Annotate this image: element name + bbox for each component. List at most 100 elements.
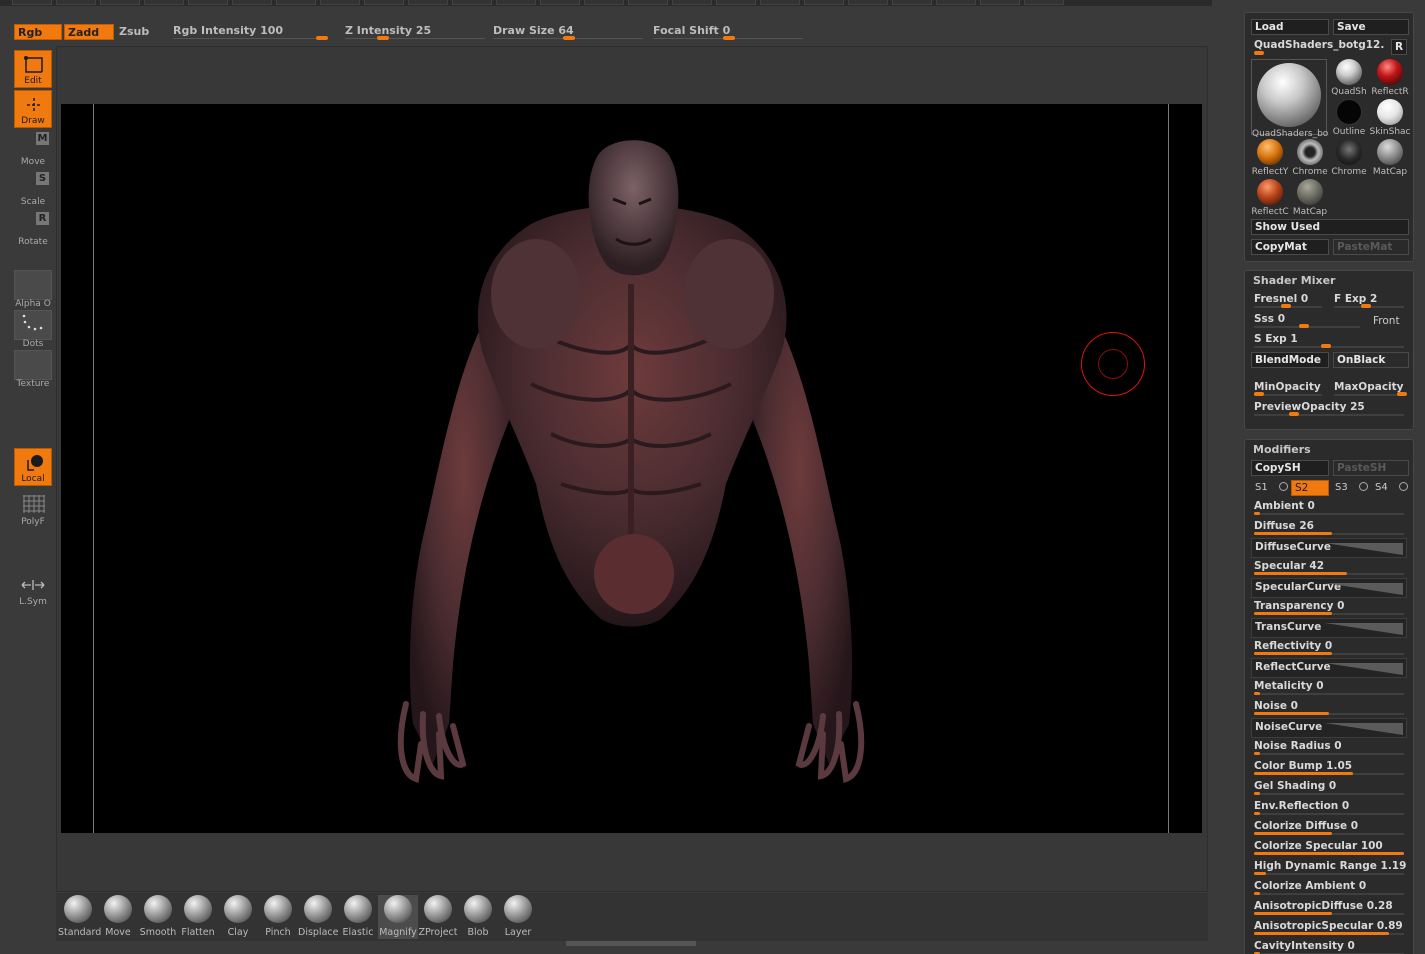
paste-sh-button[interactable]: PasteSH [1333,460,1409,476]
modifier-slider[interactable]: Colorize Ambient 0 [1251,878,1407,898]
modifier-curve[interactable]: TransCurve [1251,618,1407,638]
blend-mode-button[interactable]: BlendMode [1251,352,1329,368]
modifier-slider[interactable]: Noise Radius 0 [1251,738,1407,758]
paste-mat-button[interactable]: PasteMat [1333,239,1409,255]
draw-button[interactable]: Draw [14,90,52,128]
max-opacity-slider[interactable]: MaxOpacity [1331,379,1407,399]
zadd-toggle[interactable]: Zadd [64,24,114,40]
modifier-slider[interactable]: High Dynamic Range 1.19 [1251,858,1407,878]
curve-ramp-icon[interactable] [1325,623,1403,635]
z-intensity-slider[interactable]: Z Intensity 25 [345,24,485,42]
brush-pinch[interactable]: Pinch [258,895,298,939]
brush-blob[interactable]: Blob [458,895,498,939]
min-opacity-slider[interactable]: MinOpacity [1251,379,1325,399]
rgb-intensity-knob[interactable] [316,36,328,40]
material-thumb[interactable]: Outline [1329,99,1369,137]
modifier-slider[interactable]: Specular 42 [1251,558,1407,578]
curve-ramp-icon[interactable] [1325,583,1403,595]
modifier-slider[interactable]: Reflectivity 0 [1251,638,1407,658]
slider-fill[interactable] [1254,752,1260,755]
brush-flatten[interactable]: Flatten [178,895,218,939]
lsym-button[interactable]: L.Sym [14,570,52,608]
material-thumb[interactable]: ReflectY [1249,139,1291,177]
move-button[interactable]: M Move [14,130,52,168]
material-thumb[interactable]: Chrome [1329,139,1369,177]
sss-slider[interactable]: Sss 0 [1251,311,1363,331]
sss-knob[interactable] [1299,324,1309,328]
brush-elastic[interactable]: Elastic [338,895,378,939]
slider-fill[interactable] [1254,912,1332,915]
draw-size-slider[interactable]: Draw Size 64 [493,24,643,42]
modifier-slider[interactable]: Metalicity 0 [1251,678,1407,698]
current-material-slider[interactable]: QuadShaders_botg12. [1251,37,1407,55]
modifier-slider[interactable]: Noise 0 [1251,698,1407,718]
curve-ramp-icon[interactable] [1325,543,1403,555]
focal-shift-slider[interactable]: Focal Shift 0 [653,24,803,42]
modifier-slider[interactable]: AnisotropicDiffuse 0.28 [1251,898,1407,918]
material-thumb[interactable]: QuadSh [1329,59,1369,97]
shader-slot-s1[interactable]: S1 [1255,482,1268,493]
rgb-intensity-slider[interactable]: Rgb Intensity 100 [173,24,328,42]
slider-fill[interactable] [1254,872,1266,875]
material-r-button[interactable]: R [1391,39,1407,55]
brush-displace[interactable]: Displace [298,895,338,939]
save-material-button[interactable]: Save [1333,19,1409,35]
slider-fill[interactable] [1254,792,1260,795]
modifier-slider[interactable]: Transparency 0 [1251,598,1407,618]
slider-fill[interactable] [1254,692,1260,695]
shader-slot-s4[interactable]: S4 [1375,482,1388,493]
modifier-slider[interactable]: Diffuse 26 [1251,518,1407,538]
material-thumb[interactable]: MatCap [1289,179,1331,217]
modifier-slider[interactable]: Gel Shading 0 [1251,778,1407,798]
brush-smooth[interactable]: Smooth [138,895,178,939]
brush-layer[interactable]: Layer [498,895,538,939]
modifier-slider[interactable]: CavityIntensity 0 [1251,938,1407,954]
rotate-button[interactable]: R Rotate [14,210,52,248]
slider-fill[interactable] [1254,812,1260,815]
material-thumb[interactable]: ReflectC [1249,179,1291,217]
material-thumb[interactable]: ReflectR [1369,59,1411,97]
rgb-toggle[interactable]: Rgb [14,24,62,40]
modifier-curve[interactable]: NoiseCurve [1251,718,1407,738]
scale-button[interactable]: S Scale [14,170,52,208]
material-thumb[interactable]: MatCap [1369,139,1411,177]
s1-radio-icon[interactable] [1279,482,1288,491]
modifiers-title[interactable]: Modifiers [1253,443,1311,456]
slider-fill[interactable] [1254,932,1389,935]
draw-size-knob[interactable] [563,36,575,40]
edit-button[interactable]: Edit [14,50,52,88]
slider-fill[interactable] [1254,572,1347,575]
fresnel-slider[interactable]: Fresnel 0 [1251,291,1325,311]
max-opacity-knob[interactable] [1397,392,1407,396]
right-tray-divider[interactable] [1212,0,1242,954]
z-intensity-knob[interactable] [377,36,389,40]
modifier-slider[interactable]: Ambient 0 [1251,498,1407,518]
fresnel-knob[interactable] [1281,304,1291,308]
brush-magnify[interactable]: Magnify [378,895,418,939]
dots-stroke-button[interactable]: Dots [14,310,52,349]
focal-shift-knob[interactable] [723,36,735,40]
texture-button[interactable]: Texture [14,350,52,389]
brush-clay[interactable]: Clay [218,895,258,939]
slider-fill[interactable] [1254,712,1329,715]
material-thumb[interactable]: SkinShac [1369,99,1411,137]
min-opacity-knob[interactable] [1254,392,1264,396]
alpha-button[interactable]: Alpha O [14,270,52,309]
modifier-curve[interactable]: DiffuseCurve [1251,538,1407,558]
s-exp-slider[interactable]: S Exp 1 [1251,331,1407,351]
copy-sh-button[interactable]: CopySH [1251,460,1329,476]
s4-radio-icon[interactable] [1399,482,1408,491]
slider-fill[interactable] [1254,612,1332,615]
modifier-slider[interactable]: Colorize Specular 100 [1251,838,1407,858]
bottom-tray-handle[interactable] [566,941,696,946]
f-exp-knob[interactable] [1361,304,1371,308]
shader-slot-s2[interactable]: S2 [1291,480,1329,496]
shader-slot-s3[interactable]: S3 [1335,482,1348,493]
polyf-button[interactable]: PolyF [14,490,52,528]
preview-opacity-slider[interactable]: PreviewOpacity 25 [1251,399,1407,419]
modifier-slider[interactable]: Env.Reflection 0 [1251,798,1407,818]
brush-move[interactable]: Move [98,895,138,939]
slider-fill[interactable] [1254,772,1353,775]
modifier-curve[interactable]: ReflectCurve [1251,658,1407,678]
preview-opacity-knob[interactable] [1289,412,1299,416]
